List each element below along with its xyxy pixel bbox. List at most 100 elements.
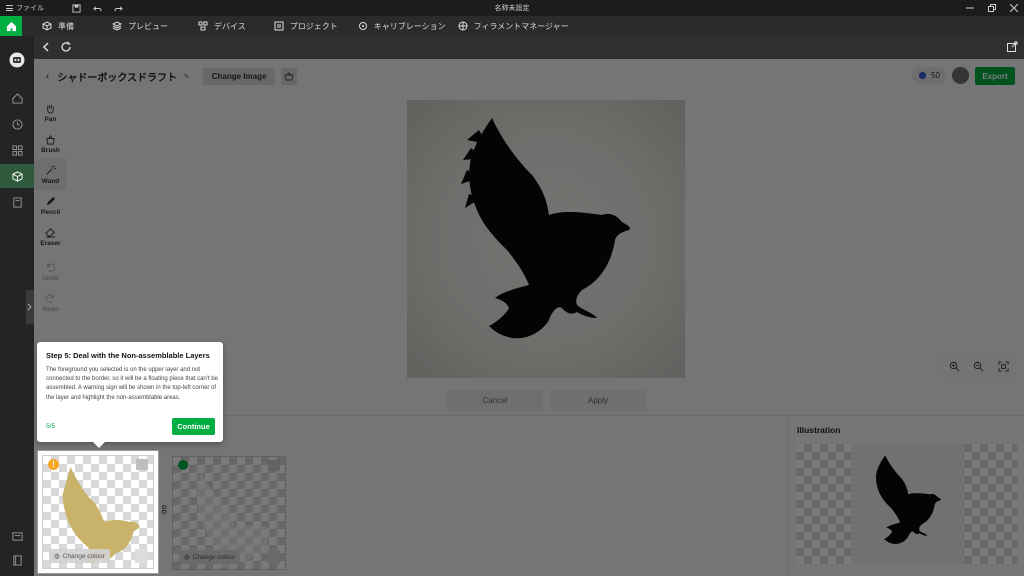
grid-icon <box>11 144 23 156</box>
tab-preview[interactable]: プレビュー <box>74 16 168 36</box>
robot-icon <box>9 52 25 68</box>
filament-icon <box>458 21 468 31</box>
redo-icon[interactable] <box>114 4 123 13</box>
chevron-left-icon[interactable]: ‹ <box>46 71 49 82</box>
warning-icon: ! <box>48 459 59 470</box>
bird-preview <box>876 455 941 545</box>
tool-wand[interactable]: Wand <box>34 159 67 190</box>
minimize-icon[interactable] <box>966 4 974 12</box>
file-menu[interactable]: ファイル <box>0 3 60 13</box>
change-colour-button-2[interactable]: ◍ Change colour <box>179 550 240 564</box>
tool-redo[interactable]: Redo <box>34 287 67 318</box>
layer-card-background[interactable]: ◍ Change colour <box>172 456 286 570</box>
tool-eraser[interactable]: Eraser <box>34 221 67 252</box>
file-menu-label: ファイル <box>16 5 44 12</box>
tab-calibration[interactable]: キャリブレーション <box>338 16 446 36</box>
refresh-icon[interactable] <box>60 41 72 53</box>
home-icon <box>6 21 16 31</box>
device-icon <box>198 21 208 31</box>
cancel-button[interactable]: Cancel <box>447 390 543 411</box>
rail-saved[interactable] <box>0 190 34 214</box>
edit-name-icon[interactable]: ✎ <box>183 72 190 81</box>
zoom-out-icon[interactable] <box>973 361 984 372</box>
delete-layer-icon[interactable] <box>267 550 280 564</box>
gem-icon <box>918 71 927 80</box>
tab-filament-manager[interactable]: フィラメントマネージャー <box>446 16 569 36</box>
tooltip-title: Step 5: Deal with the Non-assemblable La… <box>46 351 210 360</box>
rail-history[interactable] <box>0 112 34 136</box>
delete-layer-icon[interactable] <box>135 549 148 563</box>
illustration-preview <box>796 444 1017 564</box>
basket-button[interactable] <box>281 67 298 85</box>
back-icon[interactable] <box>40 41 52 53</box>
tab-prepare-label: 準備 <box>58 21 74 31</box>
bookmark-icon <box>12 196 22 208</box>
editor-content: ‹ シャドーボックスドラフト ✎ Change Image 50 Export … <box>34 59 1024 576</box>
wand-icon <box>46 165 56 174</box>
credits-badge: 50 <box>912 67 946 84</box>
tool-brush[interactable]: Brush <box>34 128 67 159</box>
tab-device[interactable]: デバイス <box>168 16 246 36</box>
layer-side-label: GD <box>160 505 166 514</box>
tool-brush-label: Brush <box>41 146 60 154</box>
tool-pan-label: Pan <box>44 115 57 123</box>
rail-makerlab[interactable] <box>0 164 34 188</box>
layer-card-foreground[interactable]: ! ◍ Change colour <box>37 450 159 574</box>
change-colour-button[interactable]: ◍ Change colour <box>49 549 110 563</box>
tool-pencil-label: Pencil <box>40 208 61 216</box>
close-icon[interactable] <box>1010 4 1018 12</box>
tab-project[interactable]: プロジェクト <box>246 16 338 36</box>
zoom-in-icon[interactable] <box>949 361 960 372</box>
illustration-frame <box>851 444 963 564</box>
house-icon <box>11 92 23 104</box>
tool-palette: Pan Brush Wand Pencil Eraser Undo Redo <box>34 93 68 318</box>
rail-home[interactable] <box>0 86 34 110</box>
tooltip-body: The foreground you selected is on the up… <box>46 367 218 401</box>
tab-filament-manager-label: フィラメントマネージャー <box>473 21 569 31</box>
tool-pencil[interactable]: Pencil <box>34 190 67 221</box>
image-canvas[interactable] <box>407 100 685 378</box>
export-button[interactable]: Export <box>975 67 1015 85</box>
rail-settings[interactable] <box>0 524 34 548</box>
layer-menu-icon[interactable] <box>136 459 148 470</box>
external-link-icon[interactable] <box>1006 41 1018 53</box>
editor-header: ‹ シャドーボックスドラフト ✎ Change Image 50 Export <box>34 59 1024 93</box>
tool-pan[interactable]: Pan <box>34 97 67 128</box>
rail-docs[interactable] <box>0 548 34 572</box>
restore-icon[interactable] <box>988 4 996 12</box>
settings-icon <box>11 531 23 541</box>
eraser-icon <box>45 227 56 238</box>
app-logo[interactable] <box>0 46 34 74</box>
title-bar: ファイル 名称未設定 <box>0 0 1024 16</box>
layer-thumbnail: ! ◍ Change colour <box>42 455 154 569</box>
user-avatar[interactable] <box>952 67 969 84</box>
hamburger-icon <box>6 5 13 11</box>
fit-screen-icon[interactable] <box>998 360 1009 372</box>
undo-icon[interactable] <box>93 4 102 13</box>
change-image-button[interactable]: Change Image <box>202 67 276 85</box>
brush-icon <box>46 134 55 145</box>
book-icon <box>12 554 22 566</box>
tab-prepare[interactable]: 準備 <box>22 16 74 36</box>
redo-icon <box>45 294 54 303</box>
continue-button[interactable]: Continue <box>172 418 215 435</box>
illustration-panel: Illustration <box>787 416 1024 576</box>
basket-icon <box>284 71 295 80</box>
home-button[interactable] <box>0 16 22 36</box>
tutorial-tooltip: Step 5: Deal with the Non-assemblable La… <box>37 342 223 448</box>
save-icon[interactable] <box>72 3 81 13</box>
change-colour-label: Change colour <box>62 552 105 560</box>
tab-device-label: デバイス <box>214 21 246 31</box>
palette-icon: ◍ <box>54 553 60 560</box>
top-nav: 準備 プレビュー デバイス プロジェクト キャリブレーション フィラメントマネー… <box>0 16 1024 36</box>
apply-button[interactable]: Apply <box>550 390 646 411</box>
rail-expand-handle[interactable] <box>26 290 34 324</box>
tool-redo-label: Redo <box>42 305 59 313</box>
rail-models[interactable] <box>0 138 34 162</box>
tooltip-step: 5/5 <box>46 423 56 430</box>
tab-calibration-label: キャリブレーション <box>373 21 446 31</box>
change-colour-label-2: Change colour <box>192 553 235 561</box>
left-rail <box>0 36 34 576</box>
bird-silhouette <box>461 118 630 339</box>
tool-undo[interactable]: Undo <box>34 256 67 287</box>
